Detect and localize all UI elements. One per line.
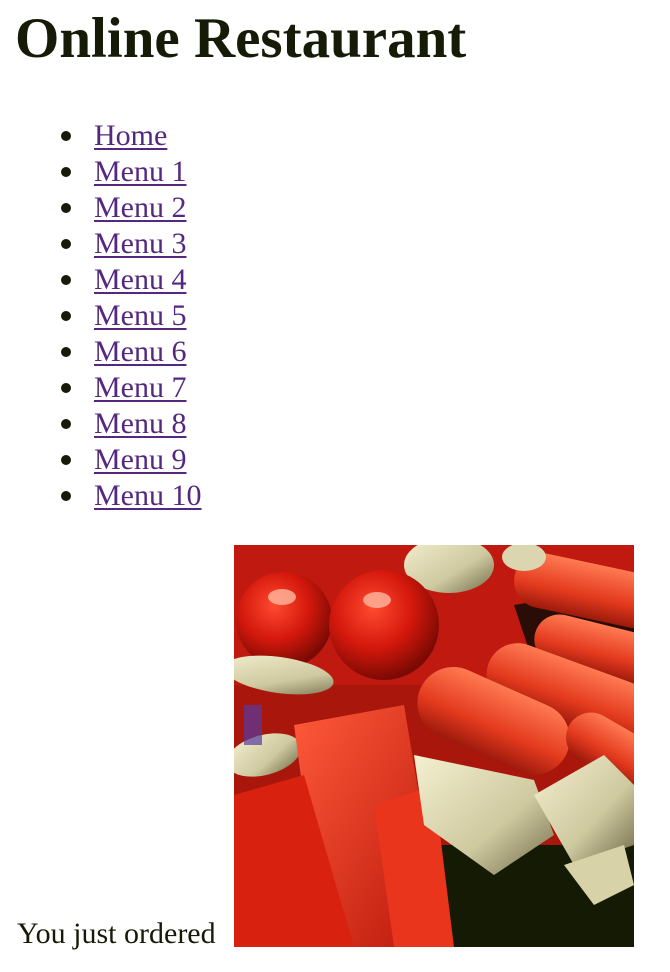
bullet-icon <box>61 383 71 393</box>
nav-link-menu-8[interactable]: Menu 8 <box>94 407 187 440</box>
nav-item-menu-3: Menu 3 <box>55 226 202 262</box>
vegetables-photo <box>234 545 634 947</box>
bullet-icon <box>61 419 71 429</box>
order-confirmation: You just ordered <box>17 545 216 950</box>
nav-menu-list: Home Menu 1 Menu 2 Menu 3 Menu 4 Menu 5 … <box>55 118 202 514</box>
nav-link-home[interactable]: Home <box>94 119 167 152</box>
bullet-icon <box>61 311 71 321</box>
nav-item-menu-10: Menu 10 <box>55 478 202 514</box>
nav-item-menu-5: Menu 5 <box>55 298 202 334</box>
order-message: You just ordered <box>17 917 216 950</box>
nav-link-menu-6[interactable]: Menu 6 <box>94 335 187 368</box>
bullet-icon <box>61 203 71 213</box>
nav-item-menu-4: Menu 4 <box>55 262 202 298</box>
nav-link-menu-9[interactable]: Menu 9 <box>94 443 187 476</box>
nav-link-menu-10[interactable]: Menu 10 <box>94 479 202 512</box>
nav-item-home: Home <box>55 118 202 154</box>
nav-link-menu-2[interactable]: Menu 2 <box>94 191 187 224</box>
bullet-icon <box>61 275 71 285</box>
nav-item-menu-1: Menu 1 <box>55 154 202 190</box>
nav-link-menu-5[interactable]: Menu 5 <box>94 299 187 332</box>
nav-link-menu-7[interactable]: Menu 7 <box>94 371 187 404</box>
bullet-icon <box>61 239 71 249</box>
bullet-icon <box>61 455 71 465</box>
bullet-icon <box>61 167 71 177</box>
nav-link-menu-3[interactable]: Menu 3 <box>94 227 187 260</box>
nav-link-menu-4[interactable]: Menu 4 <box>94 263 187 296</box>
nav-item-menu-2: Menu 2 <box>55 190 202 226</box>
nav-item-menu-6: Menu 6 <box>55 334 202 370</box>
nav-link-menu-1[interactable]: Menu 1 <box>94 155 187 188</box>
nav-item-menu-8: Menu 8 <box>55 406 202 442</box>
bullet-icon <box>61 131 71 141</box>
bullet-icon <box>61 347 71 357</box>
nav-item-menu-9: Menu 9 <box>55 442 202 478</box>
page-title: Online Restaurant <box>15 7 467 70</box>
bullet-icon <box>61 491 71 501</box>
nav-item-menu-7: Menu 7 <box>55 370 202 406</box>
